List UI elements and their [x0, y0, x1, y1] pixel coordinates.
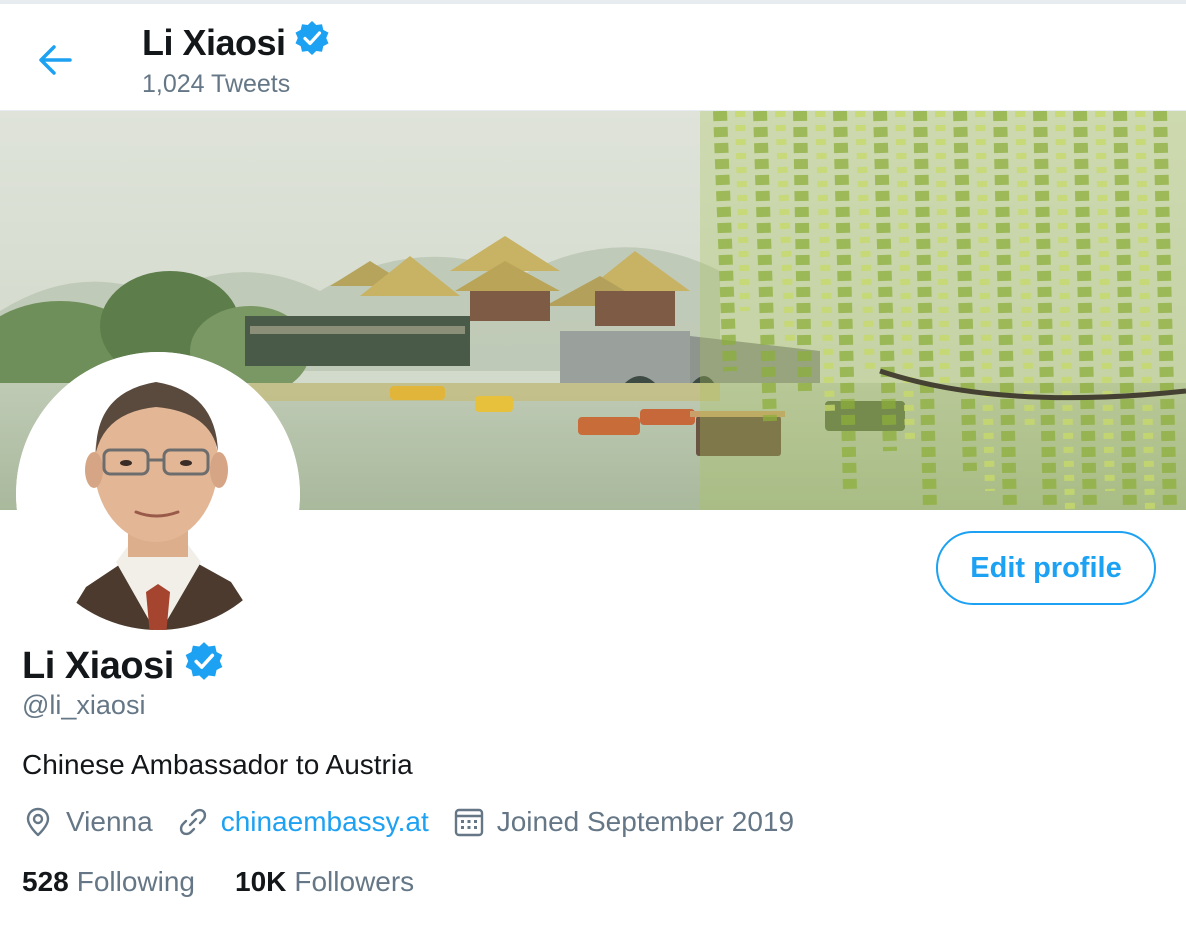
- calendar-icon: [453, 806, 485, 838]
- profile-meta-row: Vienna chinaembassy.at Joined September …: [22, 806, 818, 838]
- verified-badge-icon: [294, 20, 330, 65]
- profile-handle: @li_xiaosi: [22, 690, 146, 720]
- location-item: Vienna: [22, 806, 153, 838]
- following-count: 528: [22, 866, 69, 897]
- joined-item: Joined September 2019: [453, 806, 794, 838]
- website-link[interactable]: chinaembassy.at: [221, 806, 429, 838]
- following-label: Following: [76, 866, 195, 897]
- profile-display-name: Li Xiaosi: [22, 641, 224, 691]
- profile-stats: 528 Following 10K Followers: [22, 866, 454, 898]
- followers-count: 10K: [235, 866, 287, 897]
- edit-profile-button[interactable]: Edit profile: [936, 531, 1156, 605]
- following-stat[interactable]: 528 Following: [22, 866, 195, 898]
- arrow-left-icon: [39, 45, 72, 75]
- header-name-text: Li Xiaosi: [142, 21, 286, 63]
- location-text: Vienna: [66, 806, 153, 837]
- followers-stat[interactable]: 10K Followers: [235, 866, 414, 898]
- joined-text: Joined September 2019: [496, 806, 795, 837]
- profile-bio: Chinese Ambassador to Austria: [22, 749, 413, 780]
- verified-badge-icon: [184, 641, 224, 691]
- profile-avatar[interactable]: [16, 352, 300, 636]
- followers-label: Followers: [294, 866, 415, 897]
- link-icon: [177, 806, 209, 838]
- location-pin-icon: [22, 806, 54, 838]
- profile-name-text: Li Xiaosi: [22, 644, 174, 687]
- header-title: Li Xiaosi: [142, 20, 330, 65]
- tweet-count: 1,024 Tweets: [142, 70, 291, 98]
- back-button[interactable]: [30, 38, 80, 82]
- website-item[interactable]: chinaembassy.at: [177, 806, 429, 838]
- profile-header-bar: Li Xiaosi 1,024 Tweets: [0, 4, 1186, 111]
